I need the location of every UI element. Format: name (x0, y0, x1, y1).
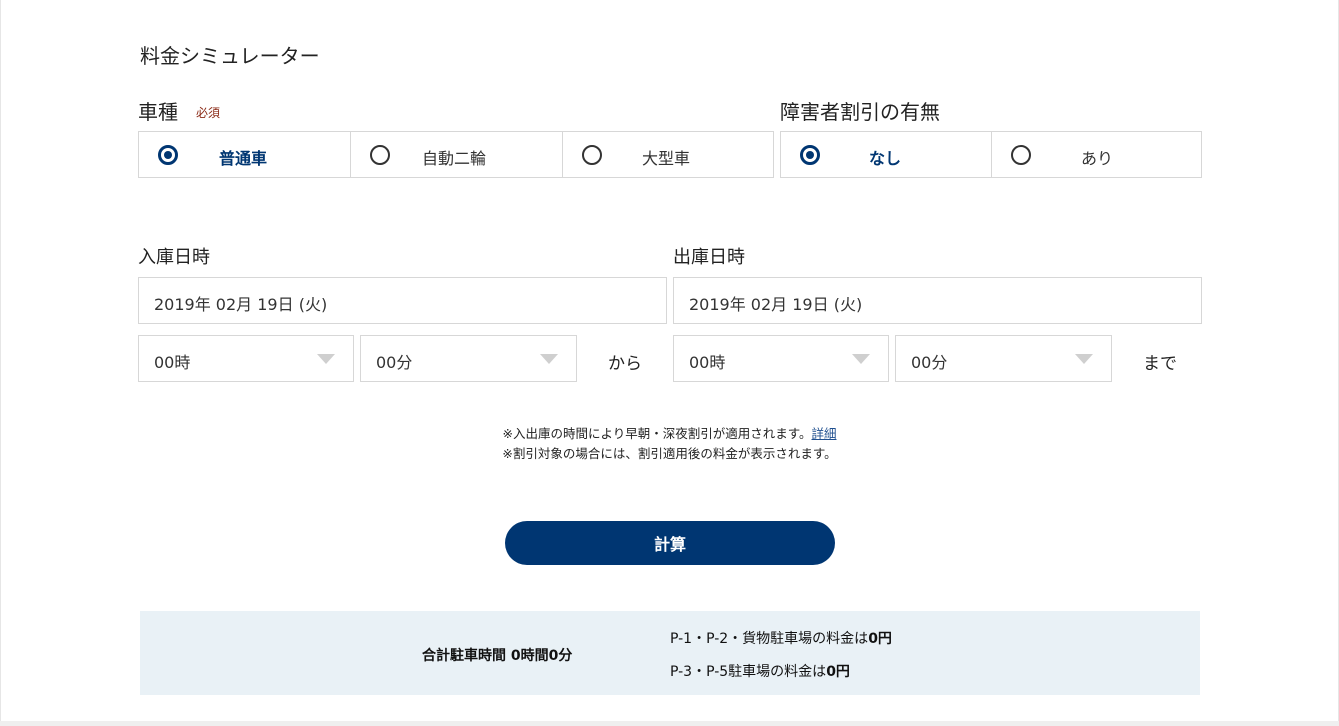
fee-2-label: P-3・P-5駐車場の料金は (670, 664, 827, 680)
entry-minute-select[interactable]: 00分 (360, 335, 577, 382)
entry-date-input[interactable]: 2019年 02月 19日 (火) (138, 277, 667, 324)
fee-1-label: P-1・P-2・貨物駐車場の料金は (670, 631, 869, 647)
entry-minute-value: 00分 (376, 353, 413, 372)
vehicle-option-label: 自動二輪 (422, 149, 487, 168)
discount-option-label: あり (1081, 149, 1114, 168)
discount-option-yes[interactable]: あり (992, 132, 1201, 177)
fee-line-2: P-3・P-5駐車場の料金は0円 (670, 661, 850, 681)
exit-minute-value: 00分 (911, 353, 948, 372)
chevron-down-icon (852, 354, 870, 364)
result-panel: 合計駐車時間 0時間0分 P-1・P-2・貨物駐車場の料金は0円 P-3・P-5… (140, 611, 1200, 695)
vehicle-option-motorcycle[interactable]: 自動二輪 (351, 132, 563, 177)
entry-hour-select[interactable]: 00時 (138, 335, 354, 382)
radio-unselected-icon[interactable] (1011, 145, 1031, 165)
exit-date-input[interactable]: 2019年 02月 19日 (火) (673, 277, 1202, 324)
required-badge: 必須 (196, 106, 221, 120)
entry-hour-value: 00時 (154, 353, 191, 372)
fee-1-value: 0円 (868, 631, 892, 647)
radio-unselected-icon[interactable] (370, 145, 390, 165)
vehicle-label: 車種 (138, 100, 178, 124)
note-line-2: ※割引対象の場合には、割引適用後の料金が表示されます。 (502, 446, 837, 461)
fee-2-value: 0円 (826, 664, 850, 680)
discount-option-label: なし (869, 149, 902, 168)
page-title: 料金シミュレーター (140, 44, 320, 68)
note-line-1: ※入出庫の時間により早朝・深夜割引が適用されます。詳細 (0, 424, 1339, 444)
calculate-button[interactable]: 計算 (505, 521, 835, 565)
vehicle-option-label: 大型車 (642, 149, 691, 168)
vehicle-option-large[interactable]: 大型車 (563, 132, 773, 177)
entry-label: 入庫日時 (138, 247, 210, 268)
fee-line-1: P-1・P-2・貨物駐車場の料金は0円 (670, 628, 892, 648)
vehicle-option-standard[interactable]: 普通車 (139, 132, 351, 177)
total-parking-time: 合計駐車時間 0時間0分 (422, 648, 573, 664)
chevron-down-icon (317, 354, 335, 364)
exit-label: 出庫日時 (673, 247, 745, 268)
vehicle-section-label: 車種 必須 (138, 96, 220, 125)
note-text-1: ※入出庫の時間により早朝・深夜割引が適用されます。 (502, 426, 812, 441)
bottom-divider (0, 721, 1339, 726)
vehicle-option-label: 普通車 (219, 149, 268, 168)
entry-date-value: 2019年 02月 19日 (火) (154, 295, 328, 314)
discount-label: 障害者割引の有無 (780, 100, 940, 124)
exit-suffix: まで (1143, 354, 1177, 374)
chevron-down-icon (1075, 354, 1093, 364)
exit-date-value: 2019年 02月 19日 (火) (689, 295, 863, 314)
radio-selected-icon[interactable] (800, 145, 820, 165)
details-link[interactable]: 詳細 (811, 426, 836, 441)
radio-selected-icon[interactable] (158, 145, 178, 165)
exit-minute-select[interactable]: 00分 (895, 335, 1112, 382)
radio-unselected-icon[interactable] (582, 145, 602, 165)
discount-option-none[interactable]: なし (781, 132, 992, 177)
discount-selector: なし あり (780, 131, 1202, 178)
chevron-down-icon (540, 354, 558, 364)
exit-hour-value: 00時 (689, 353, 726, 372)
notes: ※入出庫の時間により早朝・深夜割引が適用されます。詳細 ※割引対象の場合には、割… (0, 424, 1339, 464)
vehicle-type-selector: 普通車 自動二輪 大型車 (138, 131, 774, 178)
exit-hour-select[interactable]: 00時 (673, 335, 889, 382)
entry-suffix: から (608, 354, 642, 374)
